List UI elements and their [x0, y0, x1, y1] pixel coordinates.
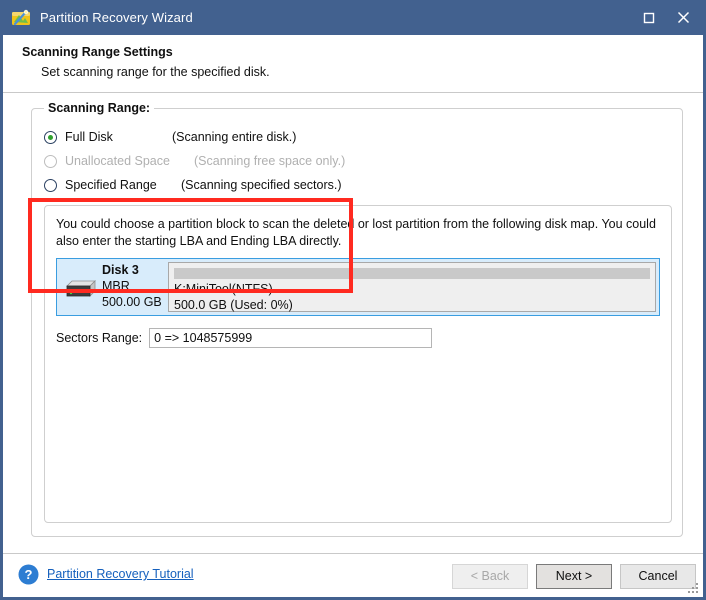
cancel-button[interactable]: Cancel — [620, 564, 696, 589]
scanning-range-legend: Scanning Range: — [44, 101, 155, 115]
partition-block[interactable]: K:MiniTool(NTFS) 500.0 GB (Used: 0%) — [168, 262, 656, 312]
sectors-range-row: Sectors Range: — [56, 328, 433, 348]
hard-disk-icon — [63, 280, 97, 297]
maximize-button[interactable] — [632, 0, 666, 35]
radio-specified-range-description: (Scanning specified sectors.) — [181, 178, 342, 192]
radio-full-disk-label: Full Disk — [65, 130, 113, 144]
disk-name: Disk 3 — [102, 263, 139, 277]
partition-wizard-icon — [11, 8, 31, 28]
question-mark-icon[interactable]: ? — [18, 564, 39, 585]
partition-size: 500.0 GB (Used: 0%) — [174, 298, 293, 312]
page-title: Scanning Range Settings — [22, 45, 173, 59]
tutorial-link[interactable]: Partition Recovery Tutorial — [47, 567, 194, 581]
disk-partition-scheme: MBR — [102, 279, 130, 293]
footer-bar: ? Partition Recovery Tutorial < Back Nex… — [3, 554, 703, 597]
sectors-range-label: Sectors Range: — [56, 331, 143, 345]
sectors-range-input[interactable] — [149, 328, 433, 348]
next-button[interactable]: Next > — [536, 564, 612, 589]
partition-recovery-wizard-window: Partition Recovery Wizard Scanning Range… — [0, 0, 706, 600]
radio-specified-range-indicator[interactable] — [44, 178, 57, 192]
window-title: Partition Recovery Wizard — [40, 10, 193, 25]
disk-row[interactable]: Disk 3 MBR 500.00 GB K:MiniTool(NTFS) 50… — [56, 258, 660, 316]
radio-unallocated-space-description: (Scanning free space only.) — [194, 154, 346, 168]
radio-unallocated-space-label: Unallocated Space — [65, 154, 170, 168]
content-area: Scanning Range: Full Disk (Scanning enti… — [3, 93, 703, 553]
radio-full-disk-description: (Scanning entire disk.) — [172, 130, 297, 144]
back-button: < Back — [452, 564, 528, 589]
disk-info: Disk 3 MBR 500.00 GB — [60, 262, 168, 312]
title-bar: Partition Recovery Wizard — [0, 0, 706, 35]
partition-usage-bar — [174, 268, 650, 279]
close-button[interactable] — [666, 0, 700, 35]
radio-unallocated-space-indicator — [44, 154, 57, 168]
svg-text:?: ? — [25, 567, 33, 582]
disk-capacity: 500.00 GB — [102, 295, 162, 309]
radio-option-full-disk[interactable]: Full Disk (Scanning entire disk.) — [44, 128, 296, 146]
scanning-range-groupbox: Scanning Range: Full Disk (Scanning enti… — [31, 101, 683, 537]
page-header: Scanning Range Settings Set scanning ran… — [3, 35, 703, 93]
resize-grip[interactable] — [688, 583, 699, 594]
partition-label: K:MiniTool(NTFS) — [174, 282, 273, 296]
radio-full-disk-indicator[interactable] — [44, 130, 57, 144]
radio-specified-range-label: Specified Range — [65, 178, 157, 192]
disk-map-panel: You could choose a partition block to sc… — [44, 205, 672, 523]
page-subtitle: Set scanning range for the specified dis… — [41, 65, 270, 79]
disk-map-hint: You could choose a partition block to sc… — [56, 217, 656, 248]
radio-option-specified-range[interactable]: Specified Range (Scanning specified sect… — [44, 176, 342, 194]
radio-option-unallocated-space: Unallocated Space (Scanning free space o… — [44, 152, 345, 170]
